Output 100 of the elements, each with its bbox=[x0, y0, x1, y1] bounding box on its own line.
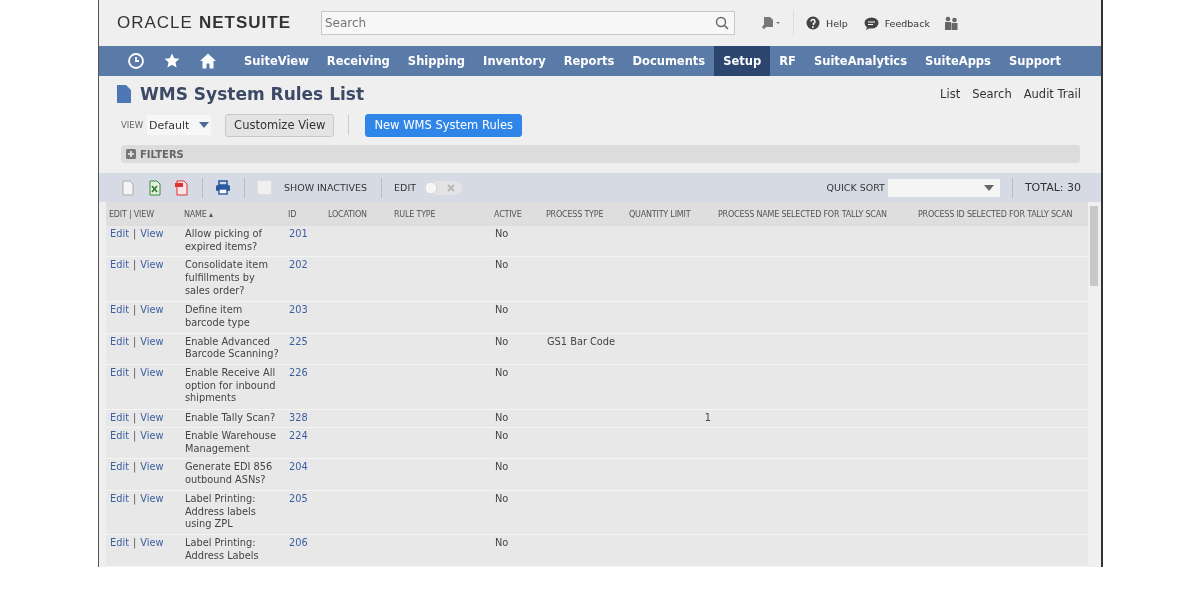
view-link[interactable]: View bbox=[140, 537, 164, 549]
edit-link[interactable]: Edit bbox=[110, 537, 129, 549]
edit-link[interactable]: Edit bbox=[110, 228, 129, 239]
id-link[interactable]: 204 bbox=[289, 461, 308, 473]
table-cell: No bbox=[495, 537, 509, 549]
column-header[interactable]: QUANTITY LIMIT bbox=[626, 202, 715, 226]
column-header[interactable]: ID bbox=[285, 202, 325, 226]
nav-tab[interactable]: Inventory bbox=[474, 46, 555, 76]
printer-icon[interactable] bbox=[215, 180, 231, 195]
quick-sort-label: QUICK SORT bbox=[826, 182, 885, 193]
feedback-link[interactable]: Feedback bbox=[884, 17, 930, 29]
page-link[interactable]: Search bbox=[972, 87, 1012, 101]
show-inactives-label: SHOW INACTIVES bbox=[284, 182, 368, 193]
table-cell: Enable Advanced Barcode Scanning? bbox=[185, 335, 279, 360]
view-link[interactable]: View bbox=[140, 228, 164, 239]
edit-link[interactable]: Edit bbox=[110, 461, 129, 473]
page-link[interactable]: Audit Trail bbox=[1023, 87, 1081, 101]
view-link[interactable]: View bbox=[140, 259, 164, 271]
id-link[interactable]: 202 bbox=[289, 259, 308, 271]
separator-text: | bbox=[133, 461, 137, 473]
edit-link[interactable]: Edit bbox=[110, 492, 129, 504]
edit-link[interactable]: Edit bbox=[110, 367, 129, 378]
nav-tab[interactable]: Documents bbox=[623, 46, 715, 76]
view-link[interactable]: View bbox=[140, 429, 164, 441]
recent-clock-icon[interactable] bbox=[127, 52, 145, 70]
pdf-icon[interactable] bbox=[175, 179, 189, 196]
nav-tab[interactable]: SuiteAnalytics bbox=[804, 46, 917, 76]
filters-bar[interactable]: FILTERS bbox=[121, 145, 1080, 163]
nav-tab[interactable]: RF bbox=[770, 46, 805, 76]
column-header[interactable]: RULE TYPE bbox=[391, 202, 491, 226]
netsuite-logo-text: NETSUITE bbox=[198, 13, 291, 33]
table-cell: Enable Tally Scan? bbox=[185, 411, 276, 423]
star-icon[interactable] bbox=[163, 52, 181, 70]
column-header[interactable]: PROCESS NAME SELECTED FOR TALLY SCAN bbox=[715, 202, 915, 226]
help-icon[interactable] bbox=[806, 16, 820, 30]
table-cell: No bbox=[495, 429, 509, 441]
table-cell: Enable Warehouse Management bbox=[185, 429, 276, 454]
edit-link[interactable]: Edit bbox=[110, 411, 129, 423]
edit-link[interactable]: Edit bbox=[110, 304, 129, 316]
nav-tab[interactable]: Support bbox=[999, 46, 1070, 76]
nav-tab[interactable]: Setup bbox=[714, 46, 771, 76]
column-header[interactable]: LOCATION bbox=[325, 202, 391, 226]
table-cell: No bbox=[495, 411, 509, 423]
search-icon[interactable] bbox=[715, 16, 729, 30]
column-header[interactable]: PROCESS TYPE bbox=[543, 202, 626, 226]
customize-view-button[interactable]: Customize View bbox=[225, 113, 335, 137]
nav-tab[interactable]: Receiving bbox=[317, 46, 399, 76]
nav-tab[interactable]: SuiteApps bbox=[916, 46, 1000, 76]
edit-link[interactable]: Edit bbox=[110, 335, 129, 347]
page-link[interactable]: List bbox=[940, 87, 961, 101]
edit-link[interactable]: Edit bbox=[110, 259, 129, 271]
view-link[interactable]: View bbox=[140, 492, 164, 504]
separator-text: | bbox=[133, 335, 137, 347]
separator-text: | bbox=[133, 411, 137, 423]
separator-text: | bbox=[133, 492, 137, 504]
search-field[interactable]: Search bbox=[321, 11, 735, 35]
home-icon[interactable] bbox=[199, 52, 217, 70]
table-cell: No bbox=[495, 259, 509, 271]
edit-link[interactable]: Edit bbox=[110, 429, 129, 441]
view-link[interactable]: View bbox=[140, 461, 164, 473]
table-cell: No bbox=[495, 461, 509, 473]
separator-text: | bbox=[133, 537, 137, 549]
new-rule-button[interactable]: New WMS System Rules bbox=[365, 113, 522, 137]
view-dropdown[interactable]: Default bbox=[147, 115, 212, 135]
oracle-logo-text: ORACLE bbox=[117, 13, 193, 33]
spreadsheet-icon[interactable] bbox=[148, 179, 162, 196]
id-link[interactable]: 203 bbox=[289, 304, 308, 316]
people-icon[interactable] bbox=[943, 15, 959, 31]
nav-tab[interactable]: Reports bbox=[554, 46, 624, 76]
id-link[interactable]: 224 bbox=[289, 429, 308, 441]
id-link[interactable]: 201 bbox=[289, 228, 308, 239]
edit-toggle[interactable] bbox=[424, 180, 462, 195]
expand-plus-icon[interactable] bbox=[126, 149, 136, 159]
table-cell: No bbox=[495, 367, 509, 378]
id-link[interactable]: 206 bbox=[289, 537, 308, 549]
column-header[interactable]: EDIT | VIEW bbox=[106, 202, 181, 226]
column-header[interactable]: PROCESS ID SELECTED FOR TALLY SCAN bbox=[915, 202, 1088, 226]
document-add-icon[interactable] bbox=[761, 16, 781, 30]
table-cell: Consolidate item fulfillments by sales order? bbox=[185, 259, 268, 296]
nav-tab[interactable]: Shipping bbox=[398, 46, 475, 76]
filters-label[interactable]: FILTERS bbox=[140, 148, 184, 160]
id-link[interactable]: 225 bbox=[289, 335, 308, 347]
id-link[interactable]: 205 bbox=[289, 492, 308, 504]
table-cell: Enable Receive All option for inbound shipments bbox=[185, 367, 276, 404]
nav-tab[interactable]: SuiteView bbox=[235, 46, 318, 76]
table-cell: No bbox=[495, 335, 509, 347]
document-icon bbox=[117, 85, 131, 103]
help-link[interactable]: Help bbox=[826, 17, 848, 29]
view-link[interactable]: View bbox=[140, 304, 164, 316]
view-link[interactable]: View bbox=[140, 367, 164, 378]
show-inactives-checkbox[interactable] bbox=[257, 180, 272, 195]
table-cell: Allow picking of expired items? bbox=[185, 228, 262, 252]
column-header[interactable]: ACTIVE bbox=[491, 202, 543, 226]
view-link[interactable]: View bbox=[140, 335, 164, 347]
column-header[interactable]: NAME ▴ bbox=[181, 202, 285, 226]
speech-bubble-icon[interactable] bbox=[863, 16, 879, 30]
id-link[interactable]: 226 bbox=[289, 367, 308, 378]
table-cell: Generate EDI 856 outbound ASNs? bbox=[185, 461, 273, 486]
table-cell: Define item barcode type bbox=[185, 304, 250, 328]
view-link[interactable]: View bbox=[140, 411, 164, 423]
